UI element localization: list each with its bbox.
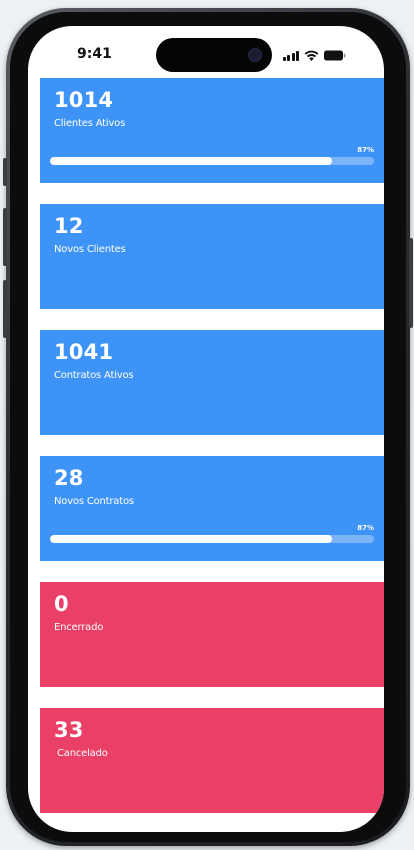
status-icons bbox=[282, 47, 347, 61]
stat-value: 1014 bbox=[54, 88, 114, 112]
stat-value: 12 bbox=[54, 214, 84, 238]
stat-label: Novos Clientes bbox=[54, 244, 126, 255]
stat-card-clientes-ativos[interactable]: 1014 Clientes Ativos 87% bbox=[40, 78, 384, 183]
progress-percent: 87% bbox=[357, 524, 374, 532]
progress-percent: 87% bbox=[357, 146, 374, 154]
progress-fill bbox=[50, 535, 332, 543]
power-button bbox=[409, 238, 413, 328]
stat-value: 28 bbox=[54, 466, 84, 490]
status-time: 9:41 bbox=[77, 46, 112, 62]
status-bar: 9:41 bbox=[28, 26, 384, 78]
stat-card-novos-clientes[interactable]: 12 Novos Clientes bbox=[40, 204, 384, 309]
stat-card-cancelado[interactable]: 33 Cancelado bbox=[40, 708, 384, 813]
stat-label: Encerrado bbox=[54, 622, 104, 633]
stat-card-encerrado[interactable]: 0 Encerrado bbox=[40, 582, 384, 687]
stat-card-contratos-ativos[interactable]: 1041 Contratos Ativos bbox=[40, 330, 384, 435]
action-button bbox=[3, 158, 7, 186]
progress-bar bbox=[50, 157, 374, 165]
stat-label: Contratos Ativos bbox=[54, 370, 134, 381]
stat-label: Clientes Ativos bbox=[54, 118, 126, 129]
camera-lens bbox=[248, 48, 262, 62]
progress-fill bbox=[50, 157, 332, 165]
volume-down-button bbox=[3, 280, 7, 338]
phone-screen: 9:41 1014 Clientes Ativos 87% 12 Novos C… bbox=[28, 26, 384, 832]
dynamic-island bbox=[156, 38, 272, 72]
progress-bar bbox=[50, 535, 374, 543]
stat-value: 33 bbox=[54, 718, 84, 742]
battery-icon bbox=[324, 50, 346, 61]
stat-label: Cancelado bbox=[57, 748, 108, 759]
wifi-icon bbox=[304, 50, 319, 61]
stat-label: Novos Contratos bbox=[54, 496, 134, 507]
volume-up-button bbox=[3, 208, 7, 266]
cellular-signal-icon bbox=[282, 50, 299, 61]
stat-value: 0 bbox=[54, 592, 69, 616]
stat-value: 1041 bbox=[54, 340, 114, 364]
stat-card-novos-contratos[interactable]: 28 Novos Contratos 87% bbox=[40, 456, 384, 561]
